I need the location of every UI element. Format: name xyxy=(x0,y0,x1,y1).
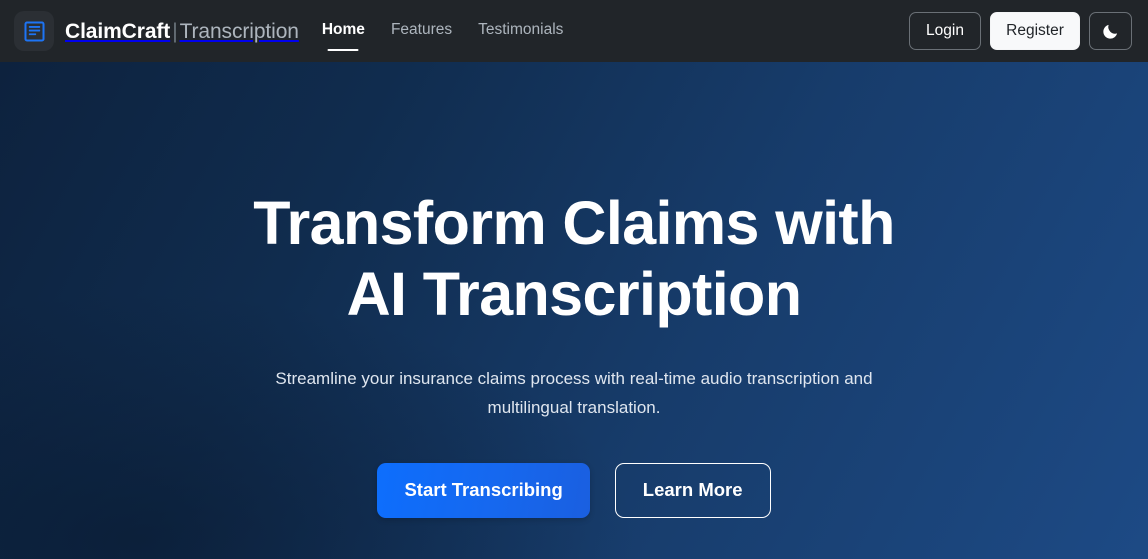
learn-more-button[interactable]: Learn More xyxy=(614,462,771,518)
page-root: ClaimCraft|Transcription Home Features T… xyxy=(0,0,1148,559)
brand-text: ClaimCraft|Transcription xyxy=(65,21,299,42)
brand-logo-link[interactable]: ClaimCraft|Transcription xyxy=(14,11,299,51)
hero-title-line-1: Transform Claims with xyxy=(253,189,895,257)
brand-subtitle: Transcription xyxy=(179,19,299,43)
hero-section: Transform Claims with AI Transcription S… xyxy=(0,62,1148,559)
top-navbar: ClaimCraft|Transcription Home Features T… xyxy=(0,0,1148,62)
primary-nav: Home Features Testimonials xyxy=(321,0,565,62)
nav-item-home[interactable]: Home xyxy=(321,17,366,45)
theme-toggle-button[interactable] xyxy=(1089,12,1132,50)
moon-icon xyxy=(1101,22,1120,41)
nav-item-testimonials[interactable]: Testimonials xyxy=(477,17,564,45)
start-transcribing-button[interactable]: Start Transcribing xyxy=(377,462,590,518)
hero-cta-group: Start Transcribing Learn More xyxy=(377,462,771,518)
nav-item-features[interactable]: Features xyxy=(390,17,453,45)
hero-subtitle: Streamline your insurance claims process… xyxy=(275,368,873,417)
brand-name: ClaimCraft xyxy=(65,19,171,43)
login-button[interactable]: Login xyxy=(909,12,981,50)
hero-title-line-2: AI Transcription xyxy=(346,259,802,328)
register-button[interactable]: Register xyxy=(990,12,1080,50)
navbar-actions: Login Register xyxy=(909,12,1132,50)
hero-content: Transform Claims with AI Transcription S… xyxy=(0,62,1148,518)
brand-separator: | xyxy=(172,19,178,43)
page-title: Transform Claims with AI Transcription xyxy=(253,188,895,330)
article-document-icon xyxy=(14,11,54,51)
